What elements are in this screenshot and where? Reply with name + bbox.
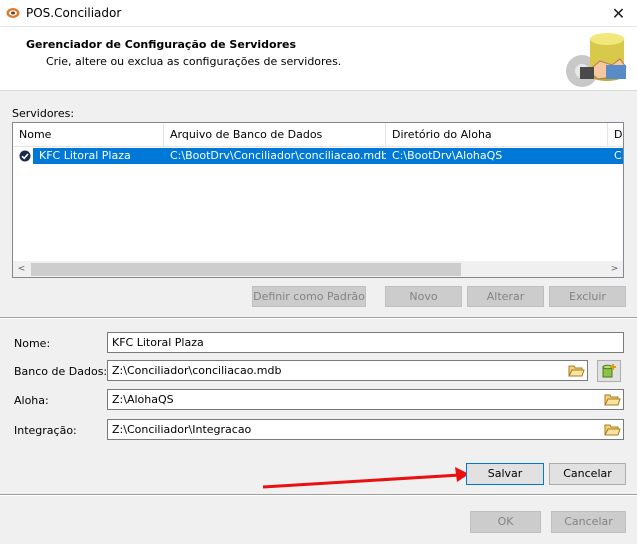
aloha-field[interactable]: Z:\AlohaQS bbox=[107, 389, 624, 410]
cell-name: KFC Litoral Plaza bbox=[33, 148, 164, 164]
servers-label: Servidores: bbox=[12, 107, 75, 120]
column-header-aloha-dir[interactable]: Diretório do Aloha bbox=[386, 123, 608, 147]
save-button[interactable]: Salvar bbox=[466, 463, 544, 485]
new-button[interactable]: Novo bbox=[385, 286, 462, 307]
dialog-header: Gerenciador de Configuração de Servidore… bbox=[0, 27, 637, 91]
database-label: Banco de Dados: bbox=[14, 365, 108, 378]
edit-button[interactable]: Alterar bbox=[467, 286, 544, 307]
horizontal-scrollbar[interactable]: < > bbox=[13, 260, 623, 277]
table-row[interactable]: KFC Litoral Plaza C:\BootDrv\Conciliador… bbox=[13, 148, 623, 164]
cell-aloha-dir: C:\BootDrv\AlohaQS bbox=[386, 148, 608, 164]
cell-db-file: C:\BootDrv\Conciliador\conciliacao.mdb bbox=[164, 148, 386, 164]
scroll-left-icon[interactable]: < bbox=[13, 261, 30, 277]
open-folder-icon[interactable] bbox=[566, 361, 586, 380]
name-field[interactable]: KFC Litoral Plaza bbox=[107, 332, 624, 353]
delete-button[interactable]: Excluir bbox=[549, 286, 626, 307]
new-database-button[interactable] bbox=[597, 360, 621, 382]
annotation-arrow bbox=[262, 467, 469, 489]
scroll-right-icon[interactable]: > bbox=[606, 261, 623, 277]
servers-list[interactable]: Nome Arquivo de Banco de Dados Diretório… bbox=[12, 122, 624, 278]
close-icon[interactable]: ✕ bbox=[600, 0, 637, 27]
cancel-button[interactable]: Cancelar bbox=[549, 463, 626, 485]
integration-field[interactable]: Z:\Conciliador\Integracao bbox=[107, 419, 624, 440]
header-subtitle: Crie, altere ou exclua as configurações … bbox=[46, 55, 342, 68]
handshake-database-gear-icon bbox=[566, 33, 627, 87]
new-database-icon bbox=[602, 364, 616, 378]
list-header: Nome Arquivo de Banco de Dados Diretório… bbox=[13, 123, 623, 147]
column-header-name[interactable]: Nome bbox=[13, 123, 164, 147]
header-title: Gerenciador de Configuração de Servidore… bbox=[26, 38, 297, 51]
ok-button[interactable]: OK bbox=[470, 511, 541, 533]
open-folder-icon[interactable] bbox=[602, 420, 622, 439]
scroll-thumb[interactable] bbox=[31, 263, 461, 276]
dialog-cancel-button[interactable]: Cancelar bbox=[551, 511, 626, 533]
divider bbox=[0, 494, 637, 496]
name-label: Nome: bbox=[14, 337, 51, 350]
app-icon bbox=[6, 8, 20, 18]
title-bar: POS.Conciliador ✕ bbox=[0, 0, 637, 27]
cell-more: C: bbox=[608, 148, 623, 164]
divider bbox=[0, 317, 637, 319]
database-field[interactable]: Z:\Conciliador\conciliacao.mdb bbox=[107, 360, 588, 381]
default-check-icon bbox=[19, 150, 31, 162]
integration-label: Integração: bbox=[14, 424, 77, 437]
column-header-db-file[interactable]: Arquivo de Banco de Dados bbox=[164, 123, 386, 147]
set-default-button[interactable]: Definir como Padrão bbox=[252, 286, 366, 307]
column-header-more[interactable]: Di bbox=[608, 123, 623, 147]
aloha-label: Aloha: bbox=[14, 394, 49, 407]
window-title: POS.Conciliador bbox=[26, 6, 122, 20]
open-folder-icon[interactable] bbox=[602, 390, 622, 409]
